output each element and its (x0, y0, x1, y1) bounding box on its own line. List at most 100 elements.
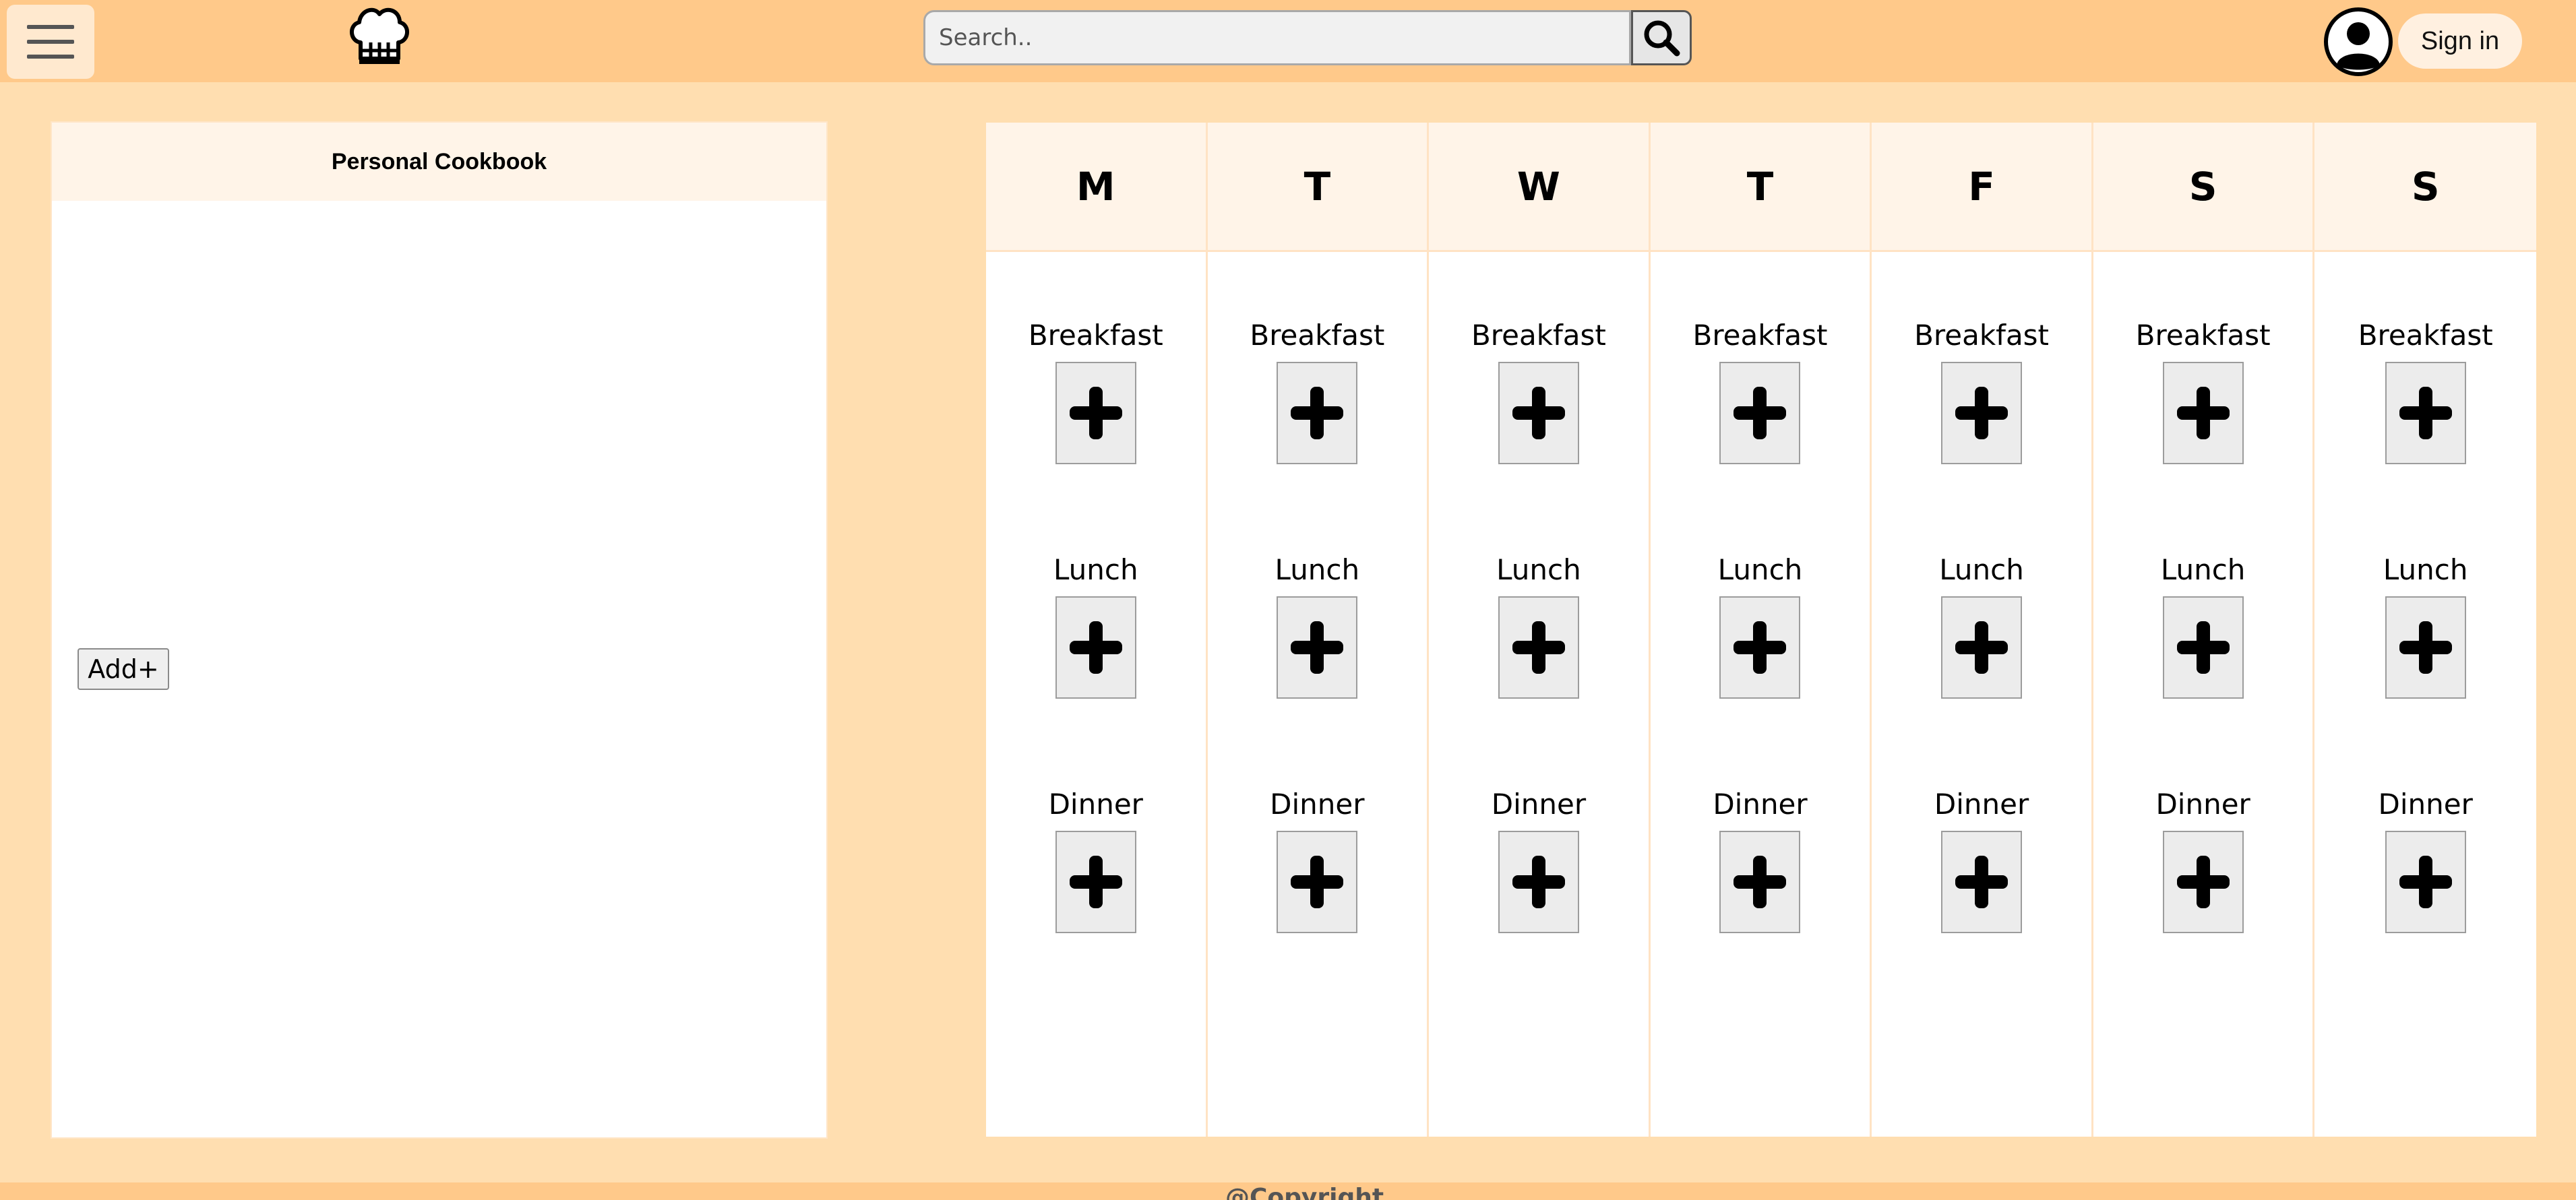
day-header: S (2314, 123, 2536, 252)
personal-cookbook-panel: Personal Cookbook Add+ (51, 121, 828, 1139)
add-meal-button[interactable] (2162, 596, 2244, 699)
meal-label: Dinner (1048, 787, 1143, 821)
meal-slot: Lunch (1939, 550, 2024, 699)
add-meal-button[interactable] (2385, 362, 2466, 464)
meal-label: Dinner (1270, 787, 1365, 821)
meal-slot: Dinner (1492, 785, 1586, 933)
day-header: T (1650, 123, 1870, 252)
meal-label: Breakfast (1028, 318, 1163, 352)
meal-slot: Lunch (1496, 550, 1581, 699)
meal-slot: Dinner (1934, 785, 2029, 933)
plus-icon (1512, 856, 1565, 908)
meal-slot: Breakfast (1029, 316, 1163, 464)
meal-label: Lunch (1939, 552, 2024, 586)
meal-label: Breakfast (2135, 318, 2271, 352)
search-bar (923, 10, 1692, 65)
plus-icon (1955, 387, 2008, 439)
day-column: T Breakfast Lunch Dinner (1650, 123, 1872, 1137)
meal-slot: Lunch (2383, 550, 2468, 699)
plus-icon (2399, 856, 2452, 908)
meal-slot: Breakfast (1471, 316, 1606, 464)
sign-in-button[interactable]: Sign in (2398, 13, 2522, 69)
meal-label: Breakfast (1471, 318, 1606, 352)
add-meal-button[interactable] (2385, 596, 2466, 699)
hamburger-bar (27, 40, 74, 44)
plus-icon (1734, 387, 1787, 439)
search-button[interactable] (1631, 10, 1692, 65)
meal-label: Dinner (2378, 787, 2473, 821)
meal-label: Lunch (2383, 552, 2468, 586)
plus-icon (1069, 856, 1122, 908)
plus-icon (2176, 856, 2230, 908)
weekly-meal-planner: M Breakfast Lunch Dinner T Breakfast Lunch Dinn… (986, 123, 2536, 1137)
plus-icon (2399, 387, 2452, 439)
add-meal-button[interactable] (1719, 596, 1801, 699)
add-meal-button[interactable] (1277, 831, 1358, 933)
meal-slot: Dinner (1049, 785, 1143, 933)
add-meal-button[interactable] (1719, 831, 1801, 933)
footer: @Copyright (0, 1182, 2576, 1200)
day-header: F (1872, 123, 2091, 252)
day-column: W Breakfast Lunch Dinner (1429, 123, 1651, 1137)
plus-icon (1291, 387, 1344, 439)
meal-label: Breakfast (2358, 318, 2493, 352)
day-header: S (2093, 123, 2313, 252)
meal-slot: Breakfast (2358, 316, 2493, 464)
meal-label: Dinner (1713, 787, 1808, 821)
day-column: T Breakfast Lunch Dinner (1207, 123, 1430, 1137)
add-meal-button[interactable] (1498, 596, 1579, 699)
add-meal-button[interactable] (1498, 362, 1579, 464)
add-meal-button[interactable] (2385, 831, 2466, 933)
meal-slot: Dinner (2379, 785, 2473, 933)
plus-icon (1955, 856, 2008, 908)
day-column: F Breakfast Lunch Dinner (1872, 123, 2093, 1137)
meal-slot: Lunch (1053, 550, 1138, 699)
add-meal-button[interactable] (1941, 362, 2023, 464)
add-meal-button[interactable] (1941, 831, 2023, 933)
add-meal-button[interactable] (1941, 596, 2023, 699)
meal-label: Breakfast (1692, 318, 1828, 352)
add-meal-button[interactable] (1055, 362, 1136, 464)
plus-icon (1512, 621, 1565, 674)
meal-slot: Lunch (1275, 550, 1360, 699)
meal-label: Breakfast (1250, 318, 1385, 352)
hamburger-bar (27, 55, 74, 59)
add-meal-button[interactable] (2162, 362, 2244, 464)
meal-label: Lunch (1496, 552, 1581, 586)
plus-icon (2176, 621, 2230, 674)
cookbook-title: Personal Cookbook (52, 123, 826, 201)
day-header: W (1429, 123, 1649, 252)
add-meal-button[interactable] (1277, 596, 1358, 699)
search-input[interactable] (923, 10, 1631, 65)
plus-icon (1955, 621, 2008, 674)
meal-label: Dinner (2155, 787, 2250, 821)
meal-slot: Breakfast (1692, 316, 1828, 464)
add-recipe-button[interactable]: Add+ (78, 648, 169, 690)
hamburger-menu-button[interactable] (7, 5, 94, 79)
meal-slot: Dinner (1713, 785, 1808, 933)
meal-label: Lunch (1717, 552, 1803, 586)
add-meal-button[interactable] (2162, 831, 2244, 933)
day-header: M (986, 123, 1206, 252)
add-meal-button[interactable] (1719, 362, 1801, 464)
user-account-icon[interactable] (2323, 7, 2393, 77)
plus-icon (1291, 621, 1344, 674)
meal-label: Lunch (1275, 552, 1360, 586)
meal-slot: Lunch (1717, 550, 1803, 699)
plus-icon (1069, 621, 1122, 674)
chef-hat-icon[interactable] (347, 3, 411, 68)
plus-icon (2176, 387, 2230, 439)
add-meal-button[interactable] (1055, 831, 1136, 933)
plus-icon (1512, 387, 1565, 439)
plus-icon (1069, 387, 1122, 439)
meal-label: Dinner (1934, 787, 2029, 821)
add-meal-button[interactable] (1277, 362, 1358, 464)
meal-slot: Lunch (2161, 550, 2245, 699)
meal-label: Dinner (1491, 787, 1587, 821)
copyright-text: @Copyright (1225, 1184, 1384, 1200)
add-meal-button[interactable] (1055, 596, 1136, 699)
add-meal-button[interactable] (1498, 831, 1579, 933)
meal-label: Breakfast (1914, 318, 2050, 352)
meal-label: Lunch (1053, 552, 1138, 586)
plus-icon (1734, 856, 1787, 908)
